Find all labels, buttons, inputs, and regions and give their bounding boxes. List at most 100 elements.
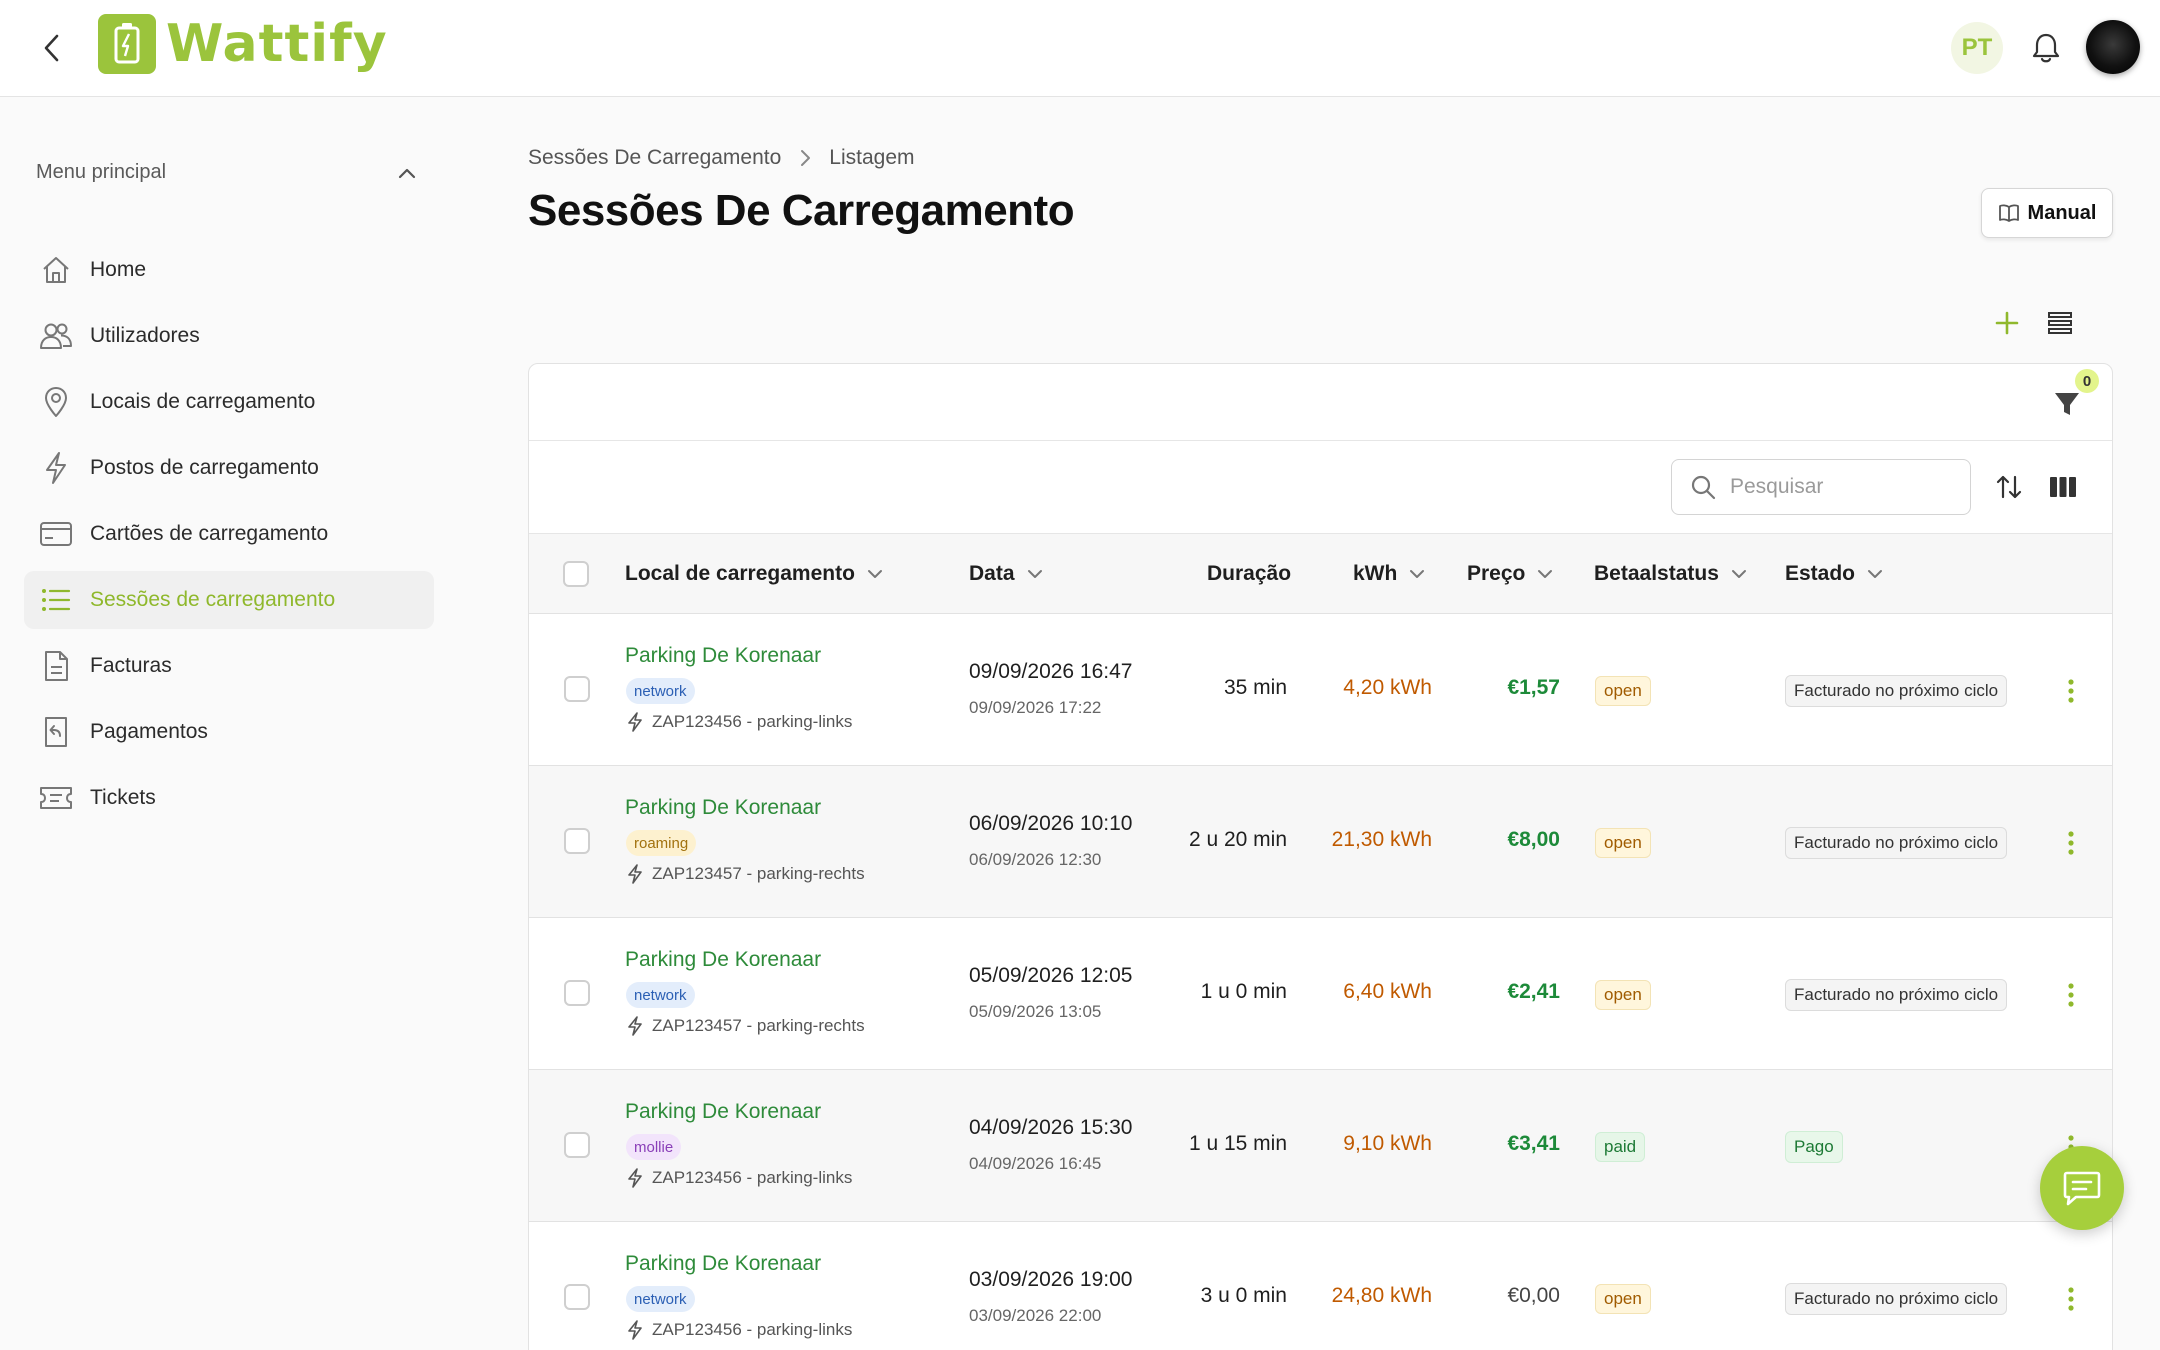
location-pin-icon (45, 387, 67, 417)
menu-header[interactable]: Menu principal (36, 161, 416, 184)
sort-button[interactable] (1991, 469, 2027, 505)
table-row[interactable]: Parking De Korenaar network ZAP123456 - … (529, 1222, 2112, 1350)
pay-status-badge: open (1595, 676, 1651, 706)
lightning-icon (628, 1320, 642, 1340)
add-session-button[interactable] (1990, 306, 2024, 340)
state-badge: Facturado no próximo ciclo (1785, 1283, 2008, 1315)
station-label: ZAP123457 - parking-rechts (626, 864, 865, 884)
breadcrumb: Sessões De Carregamento Listagem (528, 146, 915, 170)
station-text: ZAP123457 - parking-rechts (652, 864, 865, 883)
table-row[interactable]: Parking De Korenaar mollie ZAP123456 - p… (529, 1070, 2112, 1222)
language-button[interactable]: PT (1951, 22, 2003, 74)
row-checkbox[interactable] (564, 676, 590, 702)
table-row[interactable]: Parking De Korenaar network ZAP123457 - … (529, 918, 2112, 1070)
row-checkbox[interactable] (564, 1132, 590, 1158)
manual-button[interactable]: Manual (1981, 188, 2113, 238)
session-kwh: 4,20 kWh (1343, 676, 1432, 699)
chevron-left-icon (44, 34, 59, 62)
column-state[interactable]: Estado (1785, 534, 1883, 614)
manual-button-label: Manual (2027, 201, 2097, 224)
row-checkbox[interactable] (564, 828, 590, 854)
sidebar-item-sessions[interactable]: Sessões de carregamento (24, 571, 434, 629)
list-icon (42, 589, 71, 611)
back-button[interactable] (34, 30, 70, 66)
column-kwh-label: kWh (1353, 562, 1398, 585)
column-location[interactable]: Local de carregamento (625, 534, 883, 614)
sidebar-item-stations[interactable]: Postos de carregamento (24, 439, 434, 497)
column-duration-label: Duração (1207, 562, 1292, 585)
sidebar-item-label: Postos de carregamento (90, 456, 319, 479)
session-start: 04/09/2026 15:30 (969, 1116, 1133, 1139)
session-duration: 2 u 20 min (1188, 828, 1287, 851)
station-label: ZAP123457 - parking-rechts (626, 1016, 865, 1036)
pay-status-badge: open (1595, 828, 1651, 858)
column-kwh[interactable]: kWh (1353, 534, 1425, 614)
lightning-icon (628, 864, 642, 884)
column-date[interactable]: Data (969, 534, 1043, 614)
chevron-down-icon (1538, 570, 1553, 578)
row-actions-button[interactable] (2059, 826, 2083, 860)
session-type-tag: network (626, 678, 695, 704)
sidebar-item-locations[interactable]: Locais de carregamento (24, 373, 434, 431)
column-paystatus[interactable]: Betaalstatus (1594, 534, 1747, 614)
row-actions-button[interactable] (2059, 978, 2083, 1012)
column-price[interactable]: Preço (1467, 534, 1553, 614)
chevron-down-icon (1027, 570, 1042, 578)
breadcrumb-parent[interactable]: Sessões De Carregamento (528, 146, 781, 170)
search-box (1671, 459, 1971, 515)
table-row[interactable]: Parking De Korenaar network ZAP123456 - … (529, 614, 2112, 766)
row-checkbox[interactable] (564, 1284, 590, 1310)
column-price-label: Preço (1467, 562, 1526, 585)
lightning-icon (628, 1016, 642, 1036)
chevron-down-icon (867, 570, 882, 578)
sidebar-item-invoices[interactable]: Facturas (24, 637, 434, 695)
session-duration: 3 u 0 min (1200, 1284, 1287, 1307)
table-row[interactable]: Parking De Korenaar roaming ZAP123457 - … (529, 766, 2112, 918)
session-start: 05/09/2026 12:05 (969, 964, 1133, 987)
chat-button[interactable] (2040, 1146, 2124, 1230)
column-state-label: Estado (1785, 562, 1856, 585)
sidebar-item-payments[interactable]: Pagamentos (24, 703, 434, 761)
sidebar-item-tickets[interactable]: Tickets (24, 769, 434, 827)
users-icon (40, 323, 72, 349)
location-link[interactable]: Parking De Korenaar (625, 1100, 821, 1124)
sessions-card: 0 Local de carregamento Data Duração kWh (528, 363, 2113, 1350)
kebab-menu-icon (2068, 983, 2074, 1007)
session-type-tag: mollie (626, 1134, 682, 1160)
column-duration[interactable]: Duração (1207, 534, 1291, 614)
search-input[interactable] (1730, 475, 1950, 499)
table-header: Local de carregamento Data Duração kWh P… (529, 534, 2112, 614)
sidebar-item-label: Cartões de carregamento (90, 522, 329, 545)
session-end: 03/09/2026 22:00 (969, 1306, 1102, 1325)
columns-button[interactable] (2045, 469, 2081, 505)
sidebar-item-users[interactable]: Utilizadores (24, 307, 434, 365)
notifications-button[interactable] (2026, 28, 2066, 68)
select-all-checkbox[interactable] (563, 561, 589, 587)
row-actions-button[interactable] (2059, 1282, 2083, 1316)
column-paystatus-label: Betaalstatus (1594, 562, 1719, 585)
location-link[interactable]: Parking De Korenaar (625, 948, 821, 972)
chevron-right-icon (801, 150, 811, 166)
column-date-label: Data (969, 562, 1015, 585)
location-link[interactable]: Parking De Korenaar (625, 1252, 821, 1276)
sidebar-item-cards[interactable]: Cartões de carregamento (24, 505, 434, 563)
top-bar: Wattify PT (0, 0, 2160, 97)
logo[interactable]: Wattify (98, 14, 388, 74)
location-link[interactable]: Parking De Korenaar (625, 796, 821, 820)
kebab-menu-icon (2068, 679, 2074, 703)
card-icon (40, 522, 72, 546)
user-avatar[interactable] (2086, 20, 2140, 74)
row-actions-button[interactable] (2059, 674, 2083, 708)
list-view-button[interactable] (2043, 306, 2077, 340)
search-row (529, 441, 2112, 534)
session-end: 04/09/2026 16:45 (969, 1154, 1102, 1173)
logo-text: Wattify (166, 14, 388, 74)
session-price: €2,41 (1507, 980, 1560, 1003)
sidebar-item-home[interactable]: Home (24, 241, 434, 299)
station-text: ZAP123456 - parking-links (652, 1320, 853, 1339)
row-checkbox[interactable] (564, 980, 590, 1006)
lightning-icon (46, 452, 66, 484)
location-link[interactable]: Parking De Korenaar (625, 644, 821, 668)
station-text: ZAP123456 - parking-links (652, 1168, 853, 1187)
sidebar-item-label: Pagamentos (90, 720, 208, 743)
